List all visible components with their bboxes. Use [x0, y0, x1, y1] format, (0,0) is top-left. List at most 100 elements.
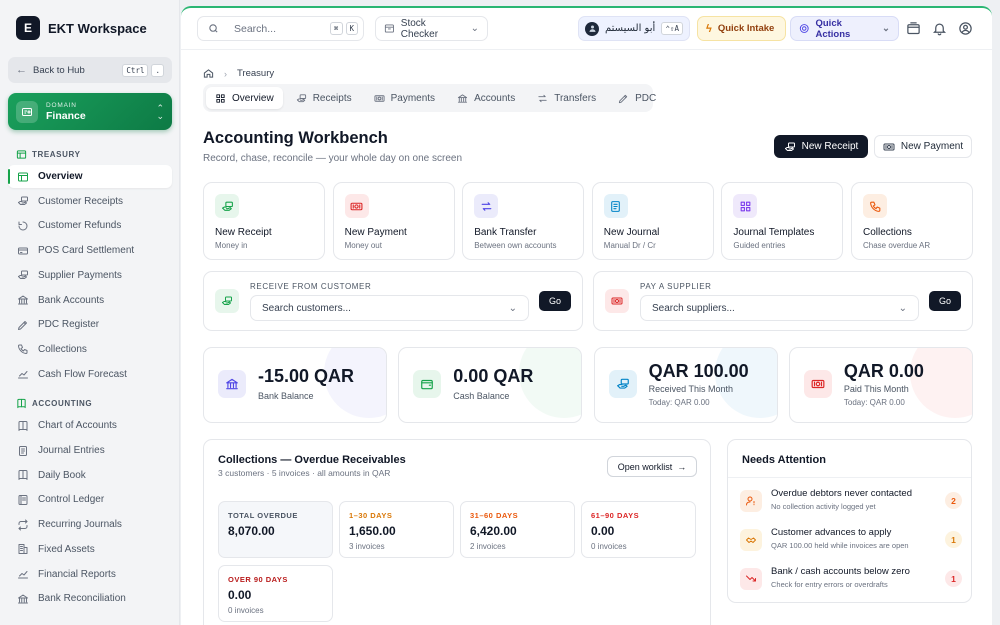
- sidebar-item-customer-refunds[interactable]: Customer Refunds: [8, 214, 172, 237]
- tab-transfers[interactable]: Transfers: [528, 87, 605, 109]
- action-card-collections[interactable]: Collections Chase overdue AR: [851, 182, 973, 260]
- app-selector-label: Stock Checker: [400, 17, 439, 40]
- global-search[interactable]: ⌘ K: [197, 16, 364, 41]
- bell-icon[interactable]: [932, 21, 947, 36]
- sidebar-item-cash-flow-forecast[interactable]: Cash Flow Forecast: [8, 363, 172, 386]
- user-icon: [589, 25, 595, 32]
- sidebar-item-pdc-register[interactable]: PDC Register: [8, 313, 172, 336]
- back-to-hub-button[interactable]: ← Back to Hub Ctrl .: [8, 57, 172, 83]
- attention-item[interactable]: Overdue debtors never contacted No collec…: [740, 487, 962, 517]
- attention-item[interactable]: Bank / cash accounts below zero Check for…: [740, 565, 962, 595]
- action-card-bank-transfer[interactable]: Bank Transfer Between own accounts: [462, 182, 585, 260]
- open-worklist-button[interactable]: Open worklist →: [607, 456, 697, 477]
- refund-icon: [18, 221, 28, 231]
- bucket-label: 61–90 DAYS: [591, 511, 640, 520]
- topbar: ⌘ K Stock Checker ⌄ أبو السيستم ⌃⇧A ϟ Qu…: [181, 8, 992, 50]
- quick-intake-button[interactable]: ϟ Quick Intake: [697, 16, 786, 41]
- profile-icon[interactable]: [958, 21, 973, 36]
- sidebar-item-supplier-payments[interactable]: Supplier Payments: [8, 264, 172, 287]
- transfer-icon: [538, 94, 547, 102]
- chevron-down-icon: ⌄: [898, 302, 907, 314]
- chevron-up-down-icon: ⌃ ⌄: [156, 102, 164, 121]
- ledger-icon: [18, 494, 28, 505]
- cash-icon: [811, 379, 825, 389]
- action-icon: [733, 194, 758, 218]
- collections-panel: Collections — Overdue Receivables 3 cust…: [203, 439, 711, 625]
- action-card-new-journal[interactable]: New Journal Manual Dr / Cr: [591, 182, 714, 260]
- sidebar-item-collections[interactable]: Collections: [8, 338, 172, 361]
- action-card-title: Collections: [863, 227, 912, 238]
- pay-go-button[interactable]: Go: [929, 291, 961, 311]
- page-title: Accounting Workbench: [203, 129, 388, 147]
- sidebar-item-fixed-assets[interactable]: Fixed Assets: [8, 538, 172, 561]
- attention-sub: Check for entry errors or overdrafts: [771, 580, 888, 589]
- stat-icon: [413, 370, 442, 398]
- sidebar-item-recurring-journals[interactable]: Recurring Journals: [8, 513, 172, 536]
- new-receipt-button[interactable]: New Receipt: [774, 135, 868, 158]
- home-icon[interactable]: [203, 68, 214, 79]
- customer-search-select[interactable]: Search customers... ⌄: [250, 295, 529, 321]
- receive-go-button[interactable]: Go: [539, 291, 571, 311]
- layout-icon: [18, 172, 28, 181]
- search-icon: [209, 24, 218, 33]
- money-hand-icon: [784, 141, 796, 153]
- sidebar-item-customer-receipts[interactable]: Customer Receipts: [8, 190, 172, 213]
- app-selector[interactable]: Stock Checker ⌄: [375, 16, 488, 41]
- action-card-subtitle: Manual Dr / Cr: [603, 241, 656, 250]
- stat-sub: Today: QAR 0.00: [843, 398, 905, 407]
- tab-receipts[interactable]: Receipts: [287, 87, 361, 109]
- tab-overview[interactable]: Overview: [206, 87, 283, 109]
- shortcut: Ctrl .: [122, 63, 164, 77]
- sidebar-item-label: PDC Register: [38, 319, 100, 331]
- quick-actions-button[interactable]: Quick Actions ⌄: [790, 16, 899, 41]
- sidebar-item-daily-book[interactable]: Daily Book: [8, 464, 172, 487]
- sidebar-item-label: Control Ledger: [38, 494, 105, 506]
- search-input[interactable]: [234, 22, 322, 35]
- action-card-subtitle: Money out: [344, 241, 382, 250]
- sidebar-section-title: TREASURY: [32, 150, 81, 159]
- user-name: أبو السيستم: [605, 23, 656, 34]
- action-card-journal-templates[interactable]: Journal Templates Guided entries: [721, 182, 844, 260]
- stat-value: 0.00 QAR: [453, 366, 534, 386]
- sidebar-item-financial-reports[interactable]: Financial Reports: [8, 563, 172, 586]
- cash-icon: [611, 297, 623, 305]
- aging-bucket[interactable]: 1–30 DAYS 1,650.00 3 invoices: [339, 501, 454, 558]
- tab-label: Accounts: [474, 92, 516, 104]
- sidebar-item-chart-of-accounts[interactable]: Chart of Accounts: [8, 414, 172, 437]
- new-payment-button[interactable]: New Payment: [874, 135, 972, 158]
- attention-item[interactable]: Customer advances to apply QAR 100.00 hel…: [740, 526, 962, 556]
- sidebar-item-overview[interactable]: Overview: [8, 165, 172, 188]
- tab-pdc[interactable]: PDC: [609, 87, 665, 109]
- sidebar-item-journal-entries[interactable]: Journal Entries: [8, 439, 172, 462]
- search-shortcut: ⌘ K: [330, 22, 359, 35]
- action-card-new-receipt[interactable]: New Receipt Money in: [203, 182, 325, 260]
- action-icon: [863, 194, 887, 218]
- tab-payments[interactable]: Payments: [365, 87, 444, 109]
- shortcut-key: .: [151, 63, 164, 77]
- bank-icon: [226, 378, 238, 390]
- pen-icon: [618, 94, 628, 103]
- chart-icon: [18, 571, 28, 579]
- sidebar-item-bank-accounts[interactable]: Bank Accounts: [8, 289, 172, 312]
- action-card-new-payment[interactable]: New Payment Money out: [332, 182, 455, 260]
- tab-accounts[interactable]: Accounts: [448, 87, 524, 109]
- sidebar-item-label: Financial Reports: [38, 568, 116, 580]
- sidebar-item-bank-reconciliation[interactable]: Bank Reconciliation: [8, 587, 172, 610]
- sidebar-item-label: Overview: [38, 171, 83, 182]
- aging-bucket[interactable]: 61–90 DAYS 0.00 0 invoices: [581, 501, 696, 558]
- shortcut-key: K: [345, 22, 359, 35]
- aging-bucket[interactable]: 31–60 DAYS 6,420.00 2 invoices: [460, 501, 575, 558]
- aging-bucket[interactable]: TOTAL OVERDUE 8,070.00: [218, 501, 333, 558]
- domain-switcher[interactable]: DOMAIN Finance ⌃ ⌄: [8, 93, 172, 130]
- user-menu[interactable]: أبو السيستم ⌃⇧A: [578, 16, 690, 41]
- sidebar-item-pos-card-settlement[interactable]: POS Card Settlement: [8, 239, 172, 262]
- needs-attention-panel: Needs Attention Overdue debtors never co…: [727, 439, 972, 603]
- bucket-value: 8,070.00: [228, 524, 275, 538]
- sidebar-item-control-ledger[interactable]: Control Ledger: [8, 488, 172, 511]
- brand[interactable]: E EKT Workspace: [16, 16, 147, 40]
- aging-bucket[interactable]: OVER 90 DAYS 0.00 0 invoices: [218, 565, 333, 622]
- attention-title: Bank / cash accounts below zero: [771, 566, 910, 577]
- divider: [728, 477, 971, 478]
- supplier-search-select[interactable]: Search suppliers... ⌄: [640, 295, 919, 321]
- windows-icon[interactable]: [906, 21, 921, 36]
